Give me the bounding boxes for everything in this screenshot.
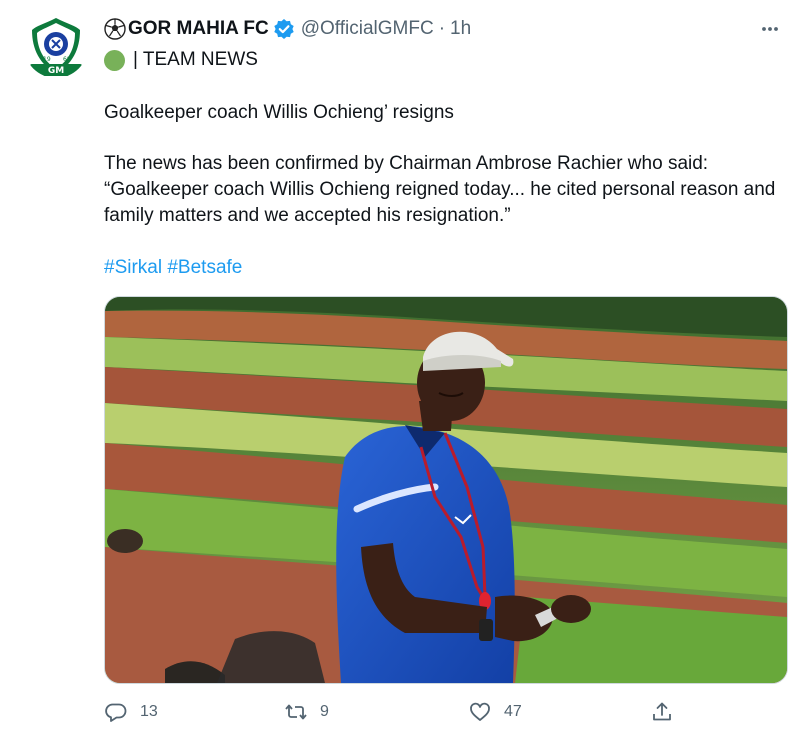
- tweet-subhead: | TEAM NEWS: [104, 47, 258, 73]
- more-icon[interactable]: [753, 12, 787, 46]
- retweet-button[interactable]: 9: [284, 697, 329, 727]
- share-icon: [650, 700, 674, 724]
- separator-dot: ·: [438, 18, 446, 39]
- verified-badge-icon: [273, 18, 295, 40]
- hashtag-link[interactable]: #Sirkal: [104, 257, 162, 278]
- green-circle-icon: [104, 49, 125, 71]
- logo-year-left: 19: [43, 56, 51, 63]
- logo-year-right: 68: [63, 56, 71, 63]
- club-logo-icon: 19 68 GM: [24, 14, 88, 78]
- like-count: 47: [504, 703, 522, 720]
- soccer-ball-icon: [104, 18, 126, 40]
- retweet-count: 9: [320, 703, 329, 720]
- hashtags: #Sirkal #Betsafe: [104, 255, 785, 281]
- coach-photo: [105, 297, 787, 683]
- avatar[interactable]: 19 68 GM: [24, 14, 88, 78]
- tweet-headline: Goalkeeper coach Willis Ochieng’ resigns: [104, 102, 454, 123]
- reply-count: 13: [140, 703, 158, 720]
- share-button[interactable]: [650, 697, 674, 727]
- logo-letters: GM: [48, 66, 64, 76]
- tweet-header: GOR MAHIA FC @OfficialGMFC · 1h: [104, 16, 789, 42]
- reply-icon: [104, 700, 128, 724]
- hashtag-link[interactable]: #Betsafe: [167, 257, 242, 278]
- tweet-photo[interactable]: [104, 296, 788, 684]
- timestamp[interactable]: 1h: [450, 18, 471, 40]
- reply-button[interactable]: 13: [104, 697, 158, 727]
- display-name[interactable]: GOR MAHIA FC: [128, 18, 269, 40]
- like-button[interactable]: 47: [468, 697, 522, 727]
- subhead-text: | TEAM NEWS: [133, 49, 258, 70]
- heart-icon: [468, 700, 492, 724]
- handle[interactable]: @OfficialGMFC: [301, 18, 434, 40]
- tweet-body: The news has been confirmed by Chairman …: [104, 153, 776, 226]
- tweet-actions: 13 9 47: [104, 697, 684, 727]
- retweet-icon: [284, 700, 308, 724]
- tweet[interactable]: 19 68 GM GOR MAHIA FC @OfficialGMFC · 1h: [0, 0, 809, 736]
